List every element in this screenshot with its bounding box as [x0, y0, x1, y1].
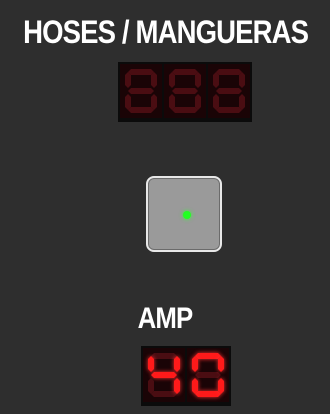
hoses-segment-1-c	[151, 94, 157, 110]
hoses-segment-1-d	[128, 107, 154, 113]
hoses-segment-2-g	[172, 88, 198, 94]
hoses-segment-2-c	[195, 94, 201, 110]
amp-segment-2-d	[195, 391, 221, 397]
hoses-segment-2-b	[195, 72, 201, 88]
hoses-digit-2	[164, 64, 206, 118]
hoses-segment-3-b	[239, 72, 245, 88]
amp-segment-1-c	[174, 378, 180, 394]
amp-segment-1-b	[174, 356, 180, 372]
hoses-digit-3	[208, 64, 250, 118]
hoses-counter-display	[118, 62, 252, 122]
hoses-segment-2-e	[169, 94, 175, 110]
amp-display	[141, 346, 231, 406]
hoses-segment-2-f	[169, 72, 175, 88]
amp-digit-segments-1	[148, 353, 180, 397]
amp-segment-2-e	[192, 378, 198, 394]
amp-digit-2	[187, 348, 229, 402]
amp-segment-1-e	[148, 378, 154, 394]
amp-segment-2-f	[192, 356, 198, 372]
hoses-segment-1-g	[128, 88, 154, 94]
hoses-digit-1	[120, 64, 162, 118]
hoses-segment-1-f	[125, 72, 131, 88]
control-panel: HOSES / MANGUERAS AMP	[0, 0, 334, 414]
amp-segment-2-c	[218, 378, 224, 394]
amp-segment-1-a	[151, 353, 177, 359]
hoses-segment-3-c	[239, 94, 245, 110]
amp-digit-1	[143, 348, 185, 402]
hoses-digit-segments-3	[213, 69, 245, 113]
amp-segment-1-f	[148, 356, 154, 372]
hoses-segment-1-a	[128, 69, 154, 75]
amp-segment-1-g	[151, 372, 177, 378]
amp-segment-2-a	[195, 353, 221, 359]
hoses-segment-3-e	[213, 94, 219, 110]
hoses-segment-3-g	[216, 88, 242, 94]
hoses-segment-2-a	[172, 69, 198, 75]
amp-digit-segments-2	[192, 353, 224, 397]
hoses-title: HOSES / MANGUERAS	[23, 14, 309, 50]
hoses-segment-1-b	[151, 72, 157, 88]
amp-title: AMP	[137, 302, 194, 335]
amp-segment-1-d	[151, 391, 177, 397]
hoses-segment-3-f	[213, 72, 219, 88]
hoses-segment-1-e	[125, 94, 131, 110]
amp-segment-2-b	[218, 356, 224, 372]
hoses-segment-3-a	[216, 69, 242, 75]
status-led-icon	[183, 211, 191, 219]
hoses-segment-3-d	[216, 107, 242, 113]
select-button[interactable]	[146, 176, 222, 252]
hoses-digit-segments-1	[125, 69, 157, 113]
hoses-digit-segments-2	[169, 69, 201, 113]
hoses-segment-2-d	[172, 107, 198, 113]
amp-segment-2-g	[195, 372, 221, 378]
